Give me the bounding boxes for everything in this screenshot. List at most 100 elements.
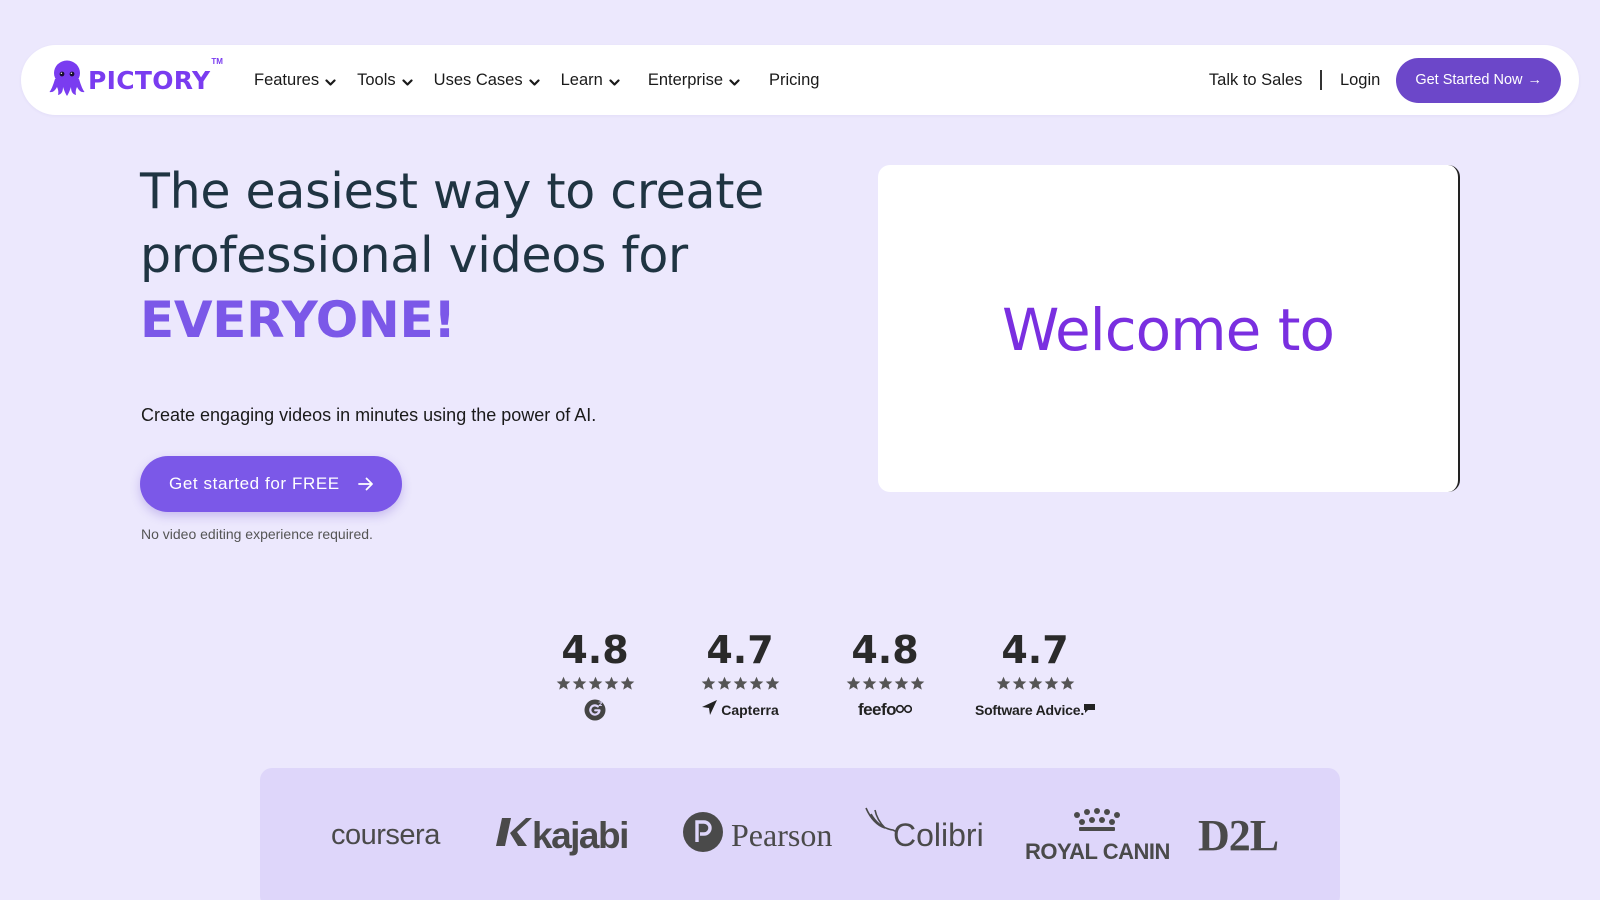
five-star-rating-icon bbox=[955, 676, 1115, 692]
rating-source: Software Advice. bbox=[974, 702, 1085, 718]
rating-capterra: 4.7 Capterra bbox=[665, 628, 815, 722]
nav-divider bbox=[1320, 70, 1322, 90]
five-star-rating-icon bbox=[810, 676, 960, 692]
logo-trademark: TM bbox=[211, 57, 223, 66]
star-icon bbox=[749, 676, 763, 690]
star-icon bbox=[717, 676, 731, 690]
chevron-down-icon bbox=[529, 73, 540, 92]
star-icon bbox=[733, 676, 747, 690]
star-icon bbox=[862, 676, 876, 690]
crown-icon bbox=[1071, 807, 1123, 839]
star-icon bbox=[894, 676, 908, 690]
pearson-logo: Pearson bbox=[682, 768, 832, 900]
logo-label: ROYAL CANIN bbox=[1025, 838, 1170, 864]
star-icon bbox=[556, 676, 570, 690]
rating-software-advice: 4.7 Software Advice. bbox=[955, 628, 1115, 722]
feefo-logo: feefo bbox=[810, 698, 960, 722]
get-started-now-button[interactable]: Get Started Now → bbox=[1396, 57, 1561, 103]
hero-heading: The easiest way to create professional v… bbox=[140, 160, 840, 352]
nav-item-enterprise[interactable]: Enterprise bbox=[648, 69, 740, 92]
octopus-mascot-icon bbox=[49, 59, 85, 102]
rating-source: Capterra bbox=[721, 702, 779, 718]
rating-feefo: 4.8 feefo bbox=[810, 628, 960, 722]
d2l-logo: D2L bbox=[1198, 768, 1279, 900]
five-star-rating-icon bbox=[520, 676, 670, 692]
pearson-p-icon bbox=[682, 811, 731, 861]
capterra-arrow-icon bbox=[701, 699, 718, 721]
arrow-right-icon bbox=[357, 477, 374, 491]
rating-value: 4.8 bbox=[561, 628, 629, 672]
get-started-free-button[interactable]: Get started for FREE bbox=[140, 456, 402, 512]
star-icon bbox=[588, 676, 602, 690]
nav-item-label: Learn bbox=[560, 70, 603, 89]
rating-value: 4.7 bbox=[1001, 628, 1069, 672]
star-icon bbox=[572, 676, 586, 690]
main-nav: Features Tools Uses Cases Learn Enterpri… bbox=[233, 45, 819, 115]
logo-label: coursera bbox=[331, 819, 440, 851]
rating-value: 4.8 bbox=[851, 628, 919, 672]
g2-logo: 2 G2 bbox=[520, 698, 670, 722]
nav-item-pricing[interactable]: Pricing bbox=[769, 71, 819, 90]
pictory-logo[interactable]: PICTORY TM bbox=[49, 57, 223, 102]
nav-item-tools[interactable]: Tools bbox=[357, 69, 413, 92]
top-navbar: PICTORY TM Features Tools Uses Cases Lea… bbox=[21, 45, 1579, 115]
star-icon bbox=[701, 676, 715, 690]
chevron-down-icon bbox=[609, 73, 620, 92]
star-icon bbox=[765, 676, 779, 690]
star-icon bbox=[604, 676, 618, 690]
svg-text:2: 2 bbox=[598, 701, 602, 708]
logo-label: Colibri bbox=[893, 817, 984, 853]
rating-g2: 4.8 2 G2 bbox=[520, 628, 670, 722]
kajabi-logo: kajabi bbox=[496, 768, 629, 900]
logo-label: kajabi bbox=[532, 814, 629, 856]
hero-subtitle: Create engaging videos in minutes using … bbox=[141, 405, 597, 425]
ratings-row: 4.8 2 G2 4.7 Capterra 4.8 feefo bbox=[520, 628, 1100, 728]
button-label: Get started for FREE bbox=[169, 474, 340, 493]
rating-source: feefo bbox=[857, 700, 897, 719]
chevron-down-icon bbox=[729, 73, 740, 92]
star-icon bbox=[996, 676, 1010, 690]
feefo-eyes-icon bbox=[895, 701, 913, 719]
button-label: Get Started Now bbox=[1415, 72, 1523, 88]
cta-note: No video editing experience required. bbox=[141, 526, 373, 542]
hero-heading-accent: EVERYONE! bbox=[140, 291, 456, 349]
coursera-logo: coursera bbox=[331, 768, 440, 900]
nav-item-use-cases[interactable]: Uses Cases bbox=[434, 69, 540, 92]
customer-logos-band: coursera kajabi Pearson Colibri ROYAL CA… bbox=[260, 768, 1340, 900]
royal-canin-logo: ROYAL CANIN bbox=[1025, 768, 1170, 900]
star-icon bbox=[1060, 676, 1074, 690]
nav-actions: Talk to Sales Login Get Started Now → bbox=[1209, 45, 1561, 115]
hummingbird-icon bbox=[863, 807, 898, 854]
chevron-down-icon bbox=[325, 73, 336, 92]
talk-to-sales-link[interactable]: Talk to Sales bbox=[1209, 71, 1303, 90]
star-icon bbox=[1028, 676, 1042, 690]
rating-value: 4.7 bbox=[706, 628, 774, 672]
nav-item-label: Tools bbox=[357, 70, 396, 89]
star-icon bbox=[1044, 676, 1058, 690]
hero-heading-line-2: professional videos for bbox=[140, 227, 688, 284]
logo-label: Pearson bbox=[731, 817, 833, 853]
logo-wordmark: PICTORY bbox=[88, 66, 211, 95]
nav-item-label: Features bbox=[254, 70, 320, 89]
hero-video-player[interactable]: Welcome to bbox=[878, 165, 1460, 492]
kajabi-k-icon bbox=[496, 815, 532, 857]
colibri-logo: Colibri bbox=[863, 768, 984, 900]
star-icon bbox=[910, 676, 924, 690]
speech-bubble-icon bbox=[1084, 701, 1096, 719]
star-icon bbox=[846, 676, 860, 690]
five-star-rating-icon bbox=[665, 676, 815, 692]
video-caption: Welcome to bbox=[1002, 295, 1335, 364]
arrow-right-icon: → bbox=[1527, 72, 1543, 88]
nav-item-label: Pricing bbox=[769, 70, 820, 89]
chevron-down-icon bbox=[402, 73, 413, 92]
hero-heading-line-1: The easiest way to create bbox=[140, 163, 764, 220]
star-icon bbox=[1012, 676, 1026, 690]
star-icon bbox=[620, 676, 634, 690]
nav-item-learn[interactable]: Learn bbox=[561, 69, 620, 92]
star-icon bbox=[878, 676, 892, 690]
login-link[interactable]: Login bbox=[1340, 71, 1380, 90]
nav-item-label: Uses Cases bbox=[433, 70, 523, 89]
nav-item-features[interactable]: Features bbox=[254, 69, 336, 92]
software-advice-logo: Software Advice. bbox=[955, 698, 1115, 722]
nav-item-label: Enterprise bbox=[647, 70, 724, 89]
